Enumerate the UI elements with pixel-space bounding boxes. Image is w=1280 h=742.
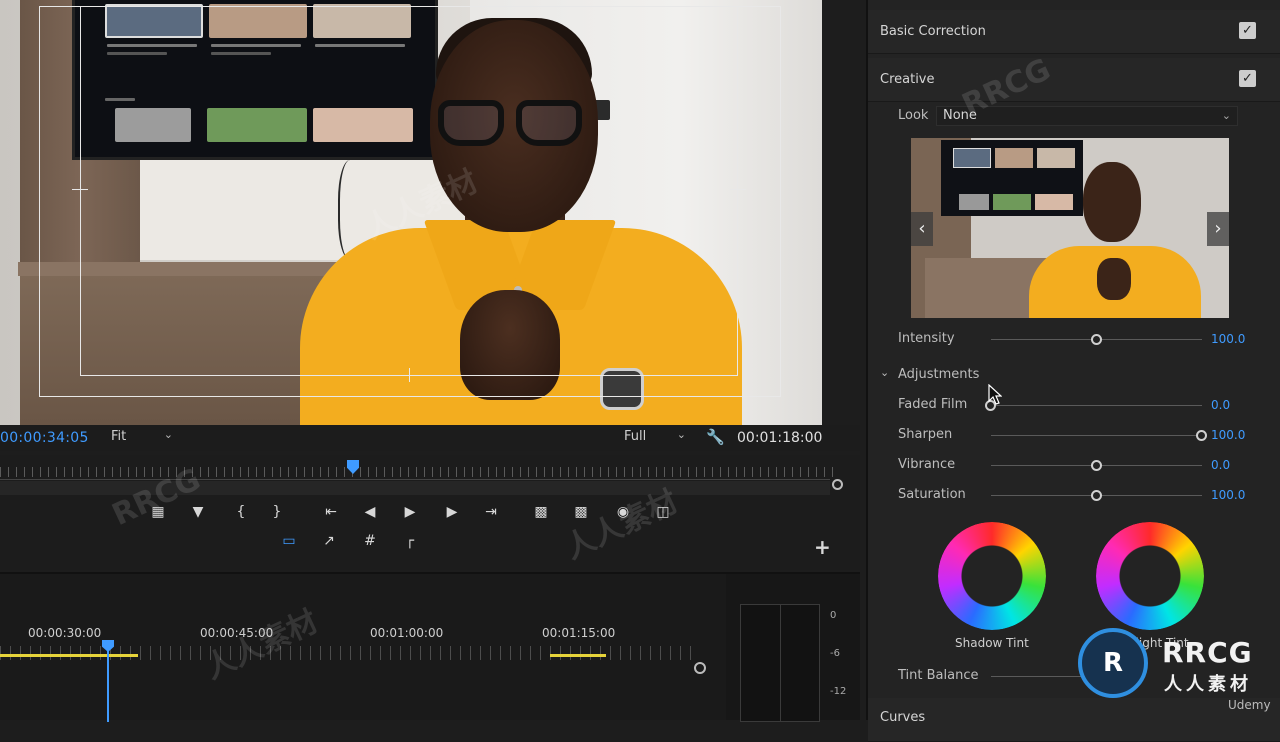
saturation-slider-knob[interactable] xyxy=(1090,490,1102,501)
shadow-tint-label: Shadow Tint xyxy=(955,636,1029,650)
go-to-out-icon[interactable]: ⇥ xyxy=(478,501,504,523)
next-look-arrow-icon[interactable]: › xyxy=(1207,212,1229,246)
duration-timecode: 00:01:18:00 xyxy=(737,430,823,446)
add-marker-icon[interactable]: ▼ xyxy=(185,501,211,523)
section-creative[interactable]: Creative ✓ xyxy=(868,58,1280,102)
play-icon[interactable]: ▶ xyxy=(397,501,423,523)
audio-meter: 0 -6 -12 xyxy=(726,572,860,722)
tint-balance-label: Tint Balance xyxy=(898,668,979,683)
timeline-ruler-label: 00:00:30:00 xyxy=(28,626,102,640)
chevron-down-icon: ⌄ xyxy=(163,428,173,441)
section-title: Creative xyxy=(880,72,935,87)
basic-correction-checkbox[interactable]: ✓ xyxy=(1239,22,1256,39)
chevron-down-icon: ⌄ xyxy=(1221,109,1231,122)
mark-out-icon[interactable]: } xyxy=(264,501,290,523)
crop-icon[interactable]: ┌ xyxy=(397,530,423,552)
intensity-slider-knob[interactable] xyxy=(1090,334,1102,345)
playback-resolution-value: Full xyxy=(624,429,647,444)
highlight-tint-color-wheel[interactable] xyxy=(1096,522,1204,630)
timeline-ruler-label: 00:00:45:00 xyxy=(200,626,274,640)
brand-subtitle: 人人素材 xyxy=(1164,674,1252,695)
safe-margins-icon[interactable]: ▭ xyxy=(276,530,302,552)
timeline-ruler-label: 00:01:00:00 xyxy=(370,626,444,640)
shadow-tint-color-wheel[interactable] xyxy=(938,522,1046,630)
export-frame-icon[interactable]: ◉ xyxy=(610,501,636,523)
sharpen-value[interactable]: 100.0 xyxy=(1211,428,1245,442)
vibrance-label: Vibrance xyxy=(898,457,956,472)
transport-controls: ▦ ▼ { } ⇤ ◀ ▶ ▶ ⇥ ▩ ▩ ◉ ◫ ▭ ↗ # ┌ + xyxy=(0,495,860,570)
scrubber-zoom-bar[interactable] xyxy=(0,481,830,495)
insert-icon[interactable]: ▩ xyxy=(528,501,554,523)
previous-look-arrow-icon[interactable]: ‹ xyxy=(911,212,933,246)
scrubber-ruler xyxy=(0,467,838,477)
sharpen-label: Sharpen xyxy=(898,427,953,442)
mouse-cursor-icon xyxy=(988,384,1002,405)
step-back-icon[interactable]: ◀ xyxy=(357,501,383,523)
work-area-bar[interactable] xyxy=(0,654,138,657)
wrench-icon[interactable]: 🔧 xyxy=(706,428,725,446)
look-dropdown[interactable]: None ⌄ xyxy=(936,106,1238,126)
timeline-playhead-line xyxy=(107,644,109,722)
monitor-controls-bar: 00:00:34:05 Fit ⌄ Full ⌄ 🔧 00:01:18:00 xyxy=(0,425,860,451)
saturation-label: Saturation xyxy=(898,487,966,502)
zoom-level-dropdown[interactable]: Fit ⌄ xyxy=(103,428,177,447)
meter-scale-label: -12 xyxy=(830,686,847,697)
sharpen-slider[interactable] xyxy=(991,430,1207,441)
playhead-timecode[interactable]: 00:00:34:05 xyxy=(0,430,89,446)
playback-resolution-dropdown[interactable]: Full ⌄ xyxy=(616,428,690,447)
section-basic-correction[interactable]: Basic Correction ✓ xyxy=(868,10,1280,54)
scrubber-track xyxy=(0,479,830,480)
faded-film-slider[interactable] xyxy=(985,400,1202,411)
look-label: Look xyxy=(898,108,929,123)
faded-film-value[interactable]: 0.0 xyxy=(1211,398,1230,412)
adjustments-label[interactable]: Adjustments xyxy=(898,367,979,382)
marker-icon[interactable]: ▦ xyxy=(145,501,171,523)
vibrance-slider[interactable] xyxy=(991,460,1202,471)
brand-name: RRCG xyxy=(1162,636,1253,669)
lumetri-color-panel: Basic Correction ✓ Creative ✓ Look None … xyxy=(866,0,1280,742)
chevron-down-icon: ⌄ xyxy=(676,428,686,441)
meter-scale-label: 0 xyxy=(830,610,837,621)
grid-icon[interactable]: # xyxy=(357,530,383,552)
monitor-scrubber[interactable] xyxy=(0,455,860,495)
saturation-value[interactable]: 100.0 xyxy=(1211,488,1245,502)
meter-scale-label: -6 xyxy=(830,648,840,659)
step-forward-icon[interactable]: ▶ xyxy=(439,501,465,523)
lift-icon[interactable]: ↗ xyxy=(316,530,342,552)
brand-logo-icon: R xyxy=(1078,628,1148,698)
look-preview-thumbnail: ‹ › xyxy=(911,138,1229,318)
brand-logo: R RRCG 人人素材 xyxy=(1078,628,1278,708)
timeline-ruler-label: 00:01:15:00 xyxy=(542,626,616,640)
intensity-label: Intensity xyxy=(898,331,955,346)
vibrance-slider-knob[interactable] xyxy=(1090,460,1102,471)
intensity-value[interactable]: 100.0 xyxy=(1211,332,1245,346)
program-monitor[interactable] xyxy=(0,0,822,425)
creative-checkbox[interactable]: ✓ xyxy=(1239,70,1256,87)
look-value: None xyxy=(943,108,977,123)
sharpen-slider-knob[interactable] xyxy=(1196,430,1207,441)
scrubber-end-handle[interactable] xyxy=(832,479,843,490)
chevron-down-icon[interactable]: ⌄ xyxy=(880,366,889,379)
timeline-zoom-handle[interactable] xyxy=(694,662,706,674)
zoom-level-value: Fit xyxy=(111,429,127,444)
intensity-slider[interactable] xyxy=(991,334,1202,345)
go-to-in-icon[interactable]: ⇤ xyxy=(318,501,344,523)
section-title: Curves xyxy=(880,710,926,725)
safe-margin-title xyxy=(80,6,738,376)
saturation-slider[interactable] xyxy=(991,490,1202,501)
overwrite-icon[interactable]: ▩ xyxy=(568,501,594,523)
vibrance-value[interactable]: 0.0 xyxy=(1211,458,1230,472)
faded-film-label: Faded Film xyxy=(898,397,968,412)
add-button-icon[interactable]: + xyxy=(814,535,831,559)
work-area-bar[interactable] xyxy=(550,654,606,657)
udemy-watermark: Udemy xyxy=(1228,698,1271,712)
compare-icon[interactable]: ◫ xyxy=(650,501,676,523)
timeline-panel[interactable]: 00:00:30:00 00:00:45:00 00:01:00:00 00:0… xyxy=(0,572,726,722)
section-title: Basic Correction xyxy=(880,24,986,39)
mark-in-icon[interactable]: { xyxy=(228,501,254,523)
